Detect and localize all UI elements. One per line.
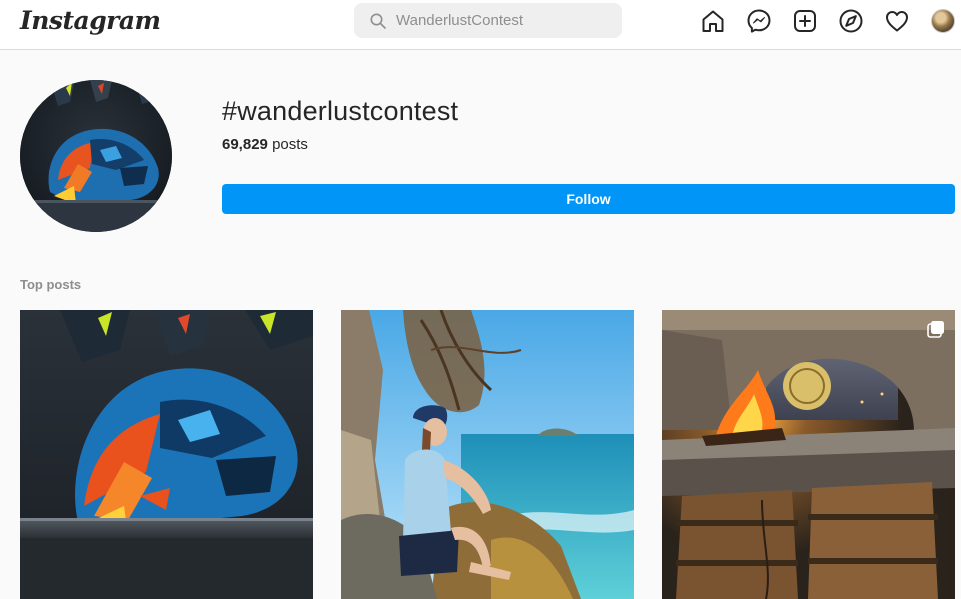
messenger-icon[interactable] bbox=[746, 8, 772, 34]
home-icon[interactable] bbox=[700, 8, 726, 34]
hashtag-cover-image bbox=[20, 80, 172, 232]
new-post-icon[interactable] bbox=[792, 8, 818, 34]
search-input[interactable] bbox=[396, 12, 596, 29]
profile-avatar[interactable] bbox=[931, 9, 955, 33]
search-box[interactable] bbox=[354, 3, 622, 38]
top-post-3[interactable] bbox=[662, 310, 955, 599]
post-image-campfire bbox=[662, 310, 955, 599]
top-posts-label: Top posts bbox=[20, 277, 82, 292]
top-post-2[interactable] bbox=[341, 310, 634, 599]
follow-button[interactable]: Follow bbox=[222, 184, 955, 214]
top-navigation-bar: Instagram bbox=[0, 0, 961, 50]
search-icon bbox=[370, 13, 386, 29]
hashtag-title: #wanderlustcontest bbox=[222, 96, 459, 126]
activity-heart-icon[interactable] bbox=[884, 8, 910, 34]
post-image-helmet bbox=[20, 310, 313, 599]
post-count: 69,829 posts bbox=[222, 136, 308, 153]
instagram-logo[interactable]: Instagram bbox=[20, 6, 161, 35]
post-count-label: posts bbox=[272, 136, 308, 153]
post-image-coast bbox=[341, 310, 634, 599]
top-post-1[interactable] bbox=[20, 310, 313, 599]
multiple-photos-icon bbox=[927, 321, 944, 338]
post-count-number: 69,829 bbox=[222, 136, 268, 153]
explore-icon[interactable] bbox=[838, 8, 864, 34]
